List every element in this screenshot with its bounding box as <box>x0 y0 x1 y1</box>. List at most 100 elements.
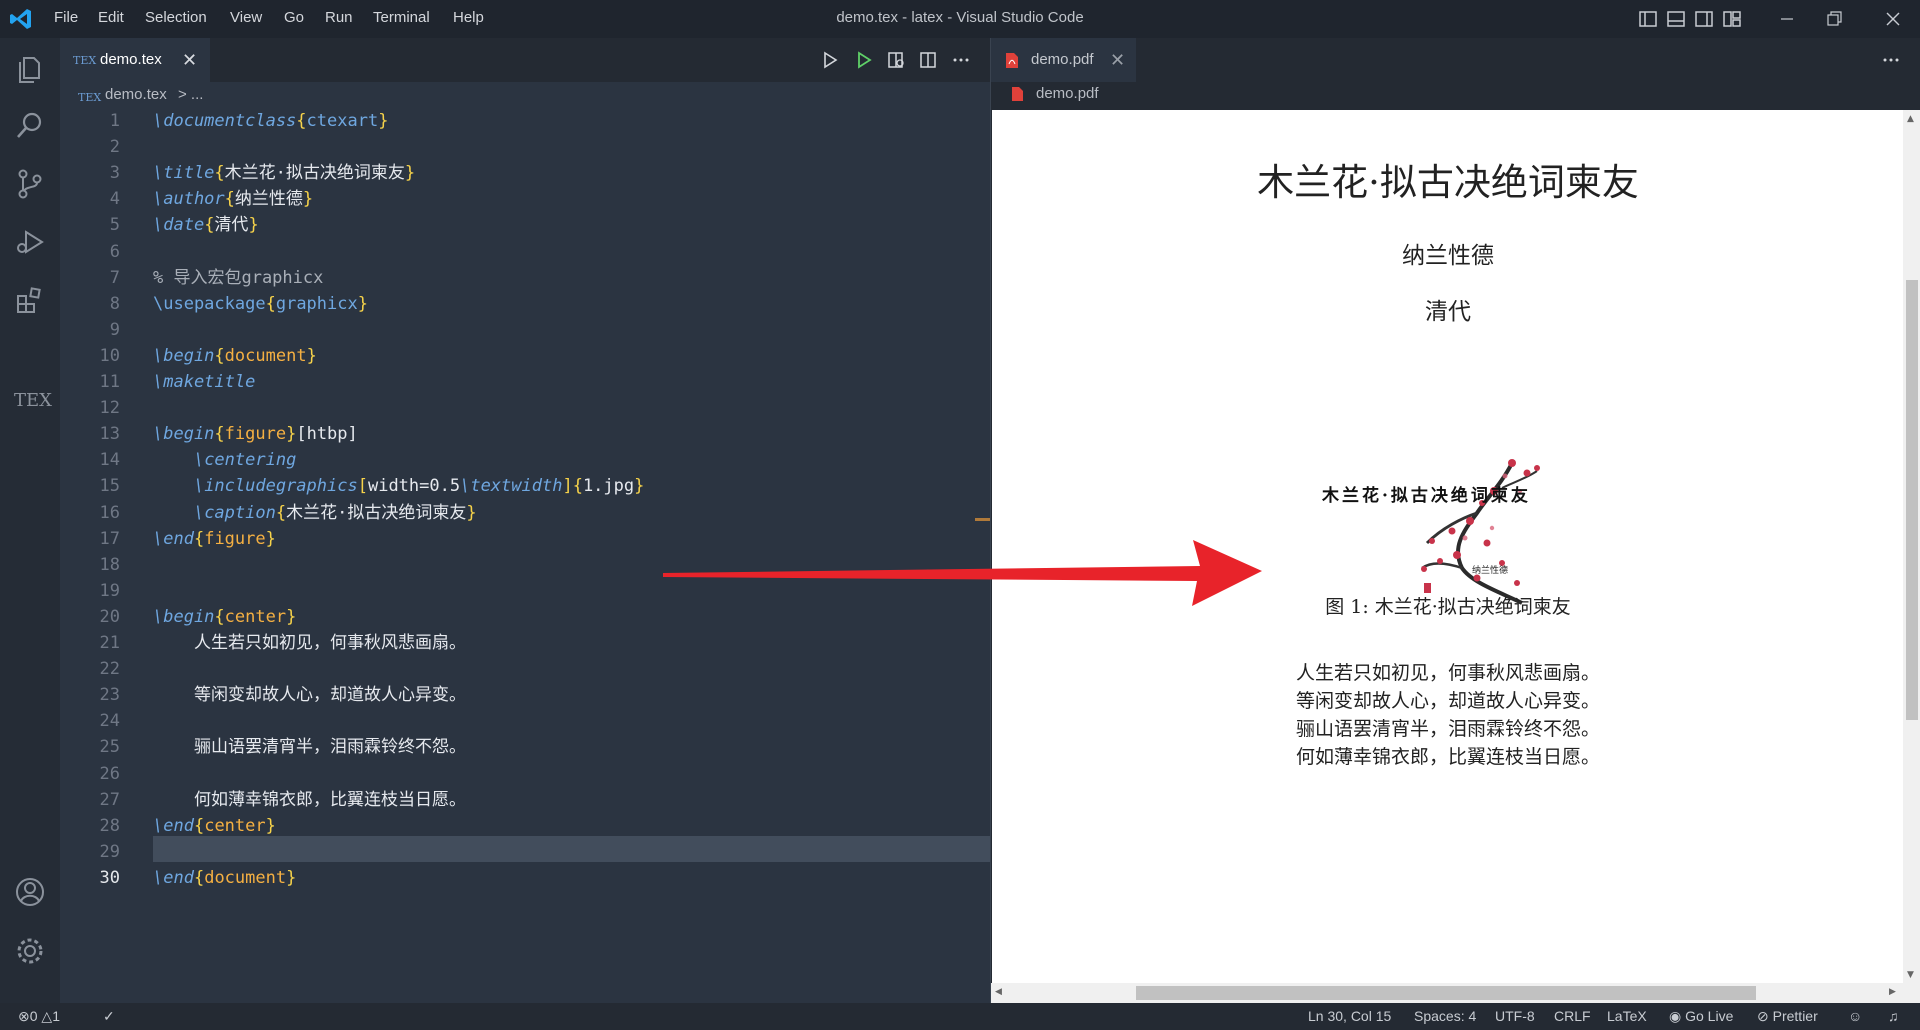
code-line[interactable]: 20 \begin{center} <box>60 604 990 630</box>
extensions-icon[interactable] <box>12 282 48 318</box>
pdf-horizontal-scroll-thumb[interactable] <box>1136 986 1756 1000</box>
pdf-vertical-scroll-thumb[interactable] <box>1906 280 1918 720</box>
code-line[interactable]: 11 \maketitle <box>60 369 990 395</box>
run-icon[interactable] <box>820 50 840 70</box>
go-live-button[interactable]: ◉ Go Live <box>1669 1008 1733 1025</box>
scroll-right-icon[interactable]: ▶ <box>1889 987 1896 997</box>
code-line[interactable]: 7 % 导入宏包graphicx <box>60 265 990 291</box>
code-line[interactable]: 4 \author{纳兰性德} <box>60 186 990 212</box>
code-line[interactable]: 14 \centering <box>60 447 990 473</box>
toggle-panel-icon[interactable] <box>1665 8 1687 30</box>
menu-terminal[interactable]: Terminal <box>373 9 430 26</box>
code-line[interactable]: 25 骊山语罢清宵半，泪雨霖铃终不怨。 <box>60 734 990 760</box>
settings-gear-icon[interactable] <box>12 933 48 969</box>
problems-indicator[interactable]: ⊗0 △1 <box>18 1008 60 1025</box>
end-of-line[interactable]: CRLF <box>1554 1008 1591 1024</box>
check-icon[interactable]: ✓ <box>103 1008 115 1025</box>
tab-demo-tex[interactable]: TEX demo.tex ✕ <box>60 38 210 82</box>
restore-icon[interactable] <box>1823 8 1845 30</box>
line-number: 17 <box>99 528 120 549</box>
toggle-sidebar-icon[interactable] <box>1637 8 1659 30</box>
more-actions-icon[interactable] <box>951 50 971 70</box>
line-number: 28 <box>99 815 120 836</box>
toggle-secondary-sidebar-icon[interactable] <box>1693 8 1715 30</box>
menu-file[interactable]: File <box>54 9 78 26</box>
language-mode[interactable]: LaTeX <box>1607 1008 1647 1024</box>
code-line[interactable]: 19 <box>60 578 990 604</box>
token-arg: figure <box>224 424 287 445</box>
indentation[interactable]: Spaces: 4 <box>1414 1008 1476 1024</box>
code-line[interactable]: 30 \end{document} <box>60 865 990 891</box>
code-line[interactable]: 22 <box>60 656 990 682</box>
pdf-vertical-scrollbar[interactable]: ▲ ▼ <box>1903 110 1920 1003</box>
code-line[interactable]: 9 <box>60 317 990 343</box>
code-line[interactable]: 3 \title{木兰花·拟古决绝词柬友} <box>60 160 990 186</box>
token-cmd: \begin <box>153 424 215 445</box>
token-argb: ctexart <box>306 111 379 131</box>
token-br: } <box>302 189 314 210</box>
code-line[interactable]: 12 <box>60 395 990 421</box>
accounts-icon[interactable] <box>12 874 48 910</box>
pdf-horizontal-scrollbar[interactable]: ◀ ▶ <box>991 983 1903 1003</box>
code-line[interactable]: 29 <box>60 839 990 865</box>
tab-close-pdf-icon[interactable]: ✕ <box>1110 50 1125 71</box>
encoding[interactable]: UTF-8 <box>1495 1008 1535 1024</box>
scroll-left-icon[interactable]: ◀ <box>995 987 1002 997</box>
pdf-date: 清代 <box>1425 299 1471 325</box>
build-latex-icon[interactable] <box>854 50 874 70</box>
menu-edit[interactable]: Edit <box>98 9 124 26</box>
code-line[interactable]: 24 <box>60 708 990 734</box>
scroll-down-icon[interactable]: ▼ <box>1907 970 1914 980</box>
source-control-icon[interactable] <box>12 166 48 202</box>
minimize-icon[interactable] <box>1776 8 1798 30</box>
feedback-icon[interactable]: ☺ <box>1848 1008 1862 1024</box>
code-line[interactable]: 13 \begin{figure}[htbp] <box>60 421 990 447</box>
explorer-icon[interactable] <box>12 50 48 86</box>
code-line[interactable]: 26 <box>60 761 990 787</box>
code-line[interactable]: 15 \includegraphics[width=0.5\textwidth]… <box>60 473 990 499</box>
pdf-preview[interactable]: 木兰花·拟古决绝词柬友 纳兰性德 清代 纳兰性德 木兰花·拟古决绝词柬友 图 1… <box>992 110 1904 1003</box>
code-line[interactable]: 16 \caption{木兰花·拟古决绝词柬友} <box>60 500 990 526</box>
more-actions-right-icon[interactable] <box>1881 50 1901 70</box>
menu-go[interactable]: Go <box>284 9 304 26</box>
code-line[interactable]: 23 等闲变却故人心，却道故人心异变。 <box>60 682 990 708</box>
cursor-position[interactable]: Ln 30, Col 15 <box>1308 1008 1391 1024</box>
token-cmd: \textwidth <box>460 476 563 497</box>
breadcrumb-file[interactable]: demo.tex <box>105 86 167 103</box>
scroll-up-icon[interactable]: ▲ <box>1907 114 1914 124</box>
breadcrumb-pdf[interactable]: demo.pdf <box>1036 85 1099 102</box>
prettier-button[interactable]: ⊘ Prettier <box>1757 1008 1818 1025</box>
pdf-poem-line-2: 等闲变却故人心，却道故人心异变。 <box>1295 690 1600 712</box>
token-br: } <box>357 293 368 314</box>
code-line[interactable]: 18 <box>60 552 990 578</box>
line-source: \author{纳兰性德} <box>153 186 313 212</box>
menu-run[interactable]: Run <box>325 9 353 26</box>
code-line[interactable]: 21 人生若只如初见，何事秋风悲画扇。 <box>60 630 990 656</box>
code-line[interactable]: 27 何如薄幸锦衣郎，比翼连枝当日愿。 <box>60 787 990 813</box>
code-line[interactable]: 5 \date{清代} <box>60 212 990 238</box>
token-br: } <box>286 867 297 888</box>
search-icon[interactable] <box>12 108 48 144</box>
tab-demo-pdf[interactable]: demo.pdf ✕ <box>991 38 1136 82</box>
close-window-icon[interactable] <box>1882 8 1904 30</box>
view-pdf-icon[interactable] <box>886 50 906 70</box>
customize-layout-icon[interactable] <box>1721 8 1743 30</box>
code-line[interactable]: 17 \end{figure} <box>60 526 990 552</box>
run-debug-icon[interactable] <box>12 224 48 260</box>
code-line[interactable]: 28 \end{center} <box>60 813 990 839</box>
notifications-icon[interactable]: ♫ <box>1888 1008 1899 1024</box>
menu-view[interactable]: View <box>230 9 262 26</box>
code-line[interactable]: 6 <box>60 239 990 265</box>
code-line[interactable]: 10 \begin{document} <box>60 343 990 369</box>
code-line[interactable]: 8 \usepackage{graphicx} <box>60 291 990 317</box>
tex-extension-icon[interactable]: TEX <box>14 390 52 411</box>
code-line[interactable]: 2 <box>60 134 990 160</box>
split-editor-icon[interactable] <box>918 50 938 70</box>
code-line[interactable]: 1 \documentclass{ctexart} <box>60 108 990 134</box>
left-tab-bar: TEX demo.tex ✕ <box>60 38 990 82</box>
breadcrumb-rest[interactable]: > ... <box>178 86 203 103</box>
menu-selection[interactable]: Selection <box>145 9 207 26</box>
vscode-logo-icon <box>10 9 31 29</box>
tab-close-icon[interactable]: ✕ <box>182 50 197 71</box>
menu-help[interactable]: Help <box>453 9 484 26</box>
